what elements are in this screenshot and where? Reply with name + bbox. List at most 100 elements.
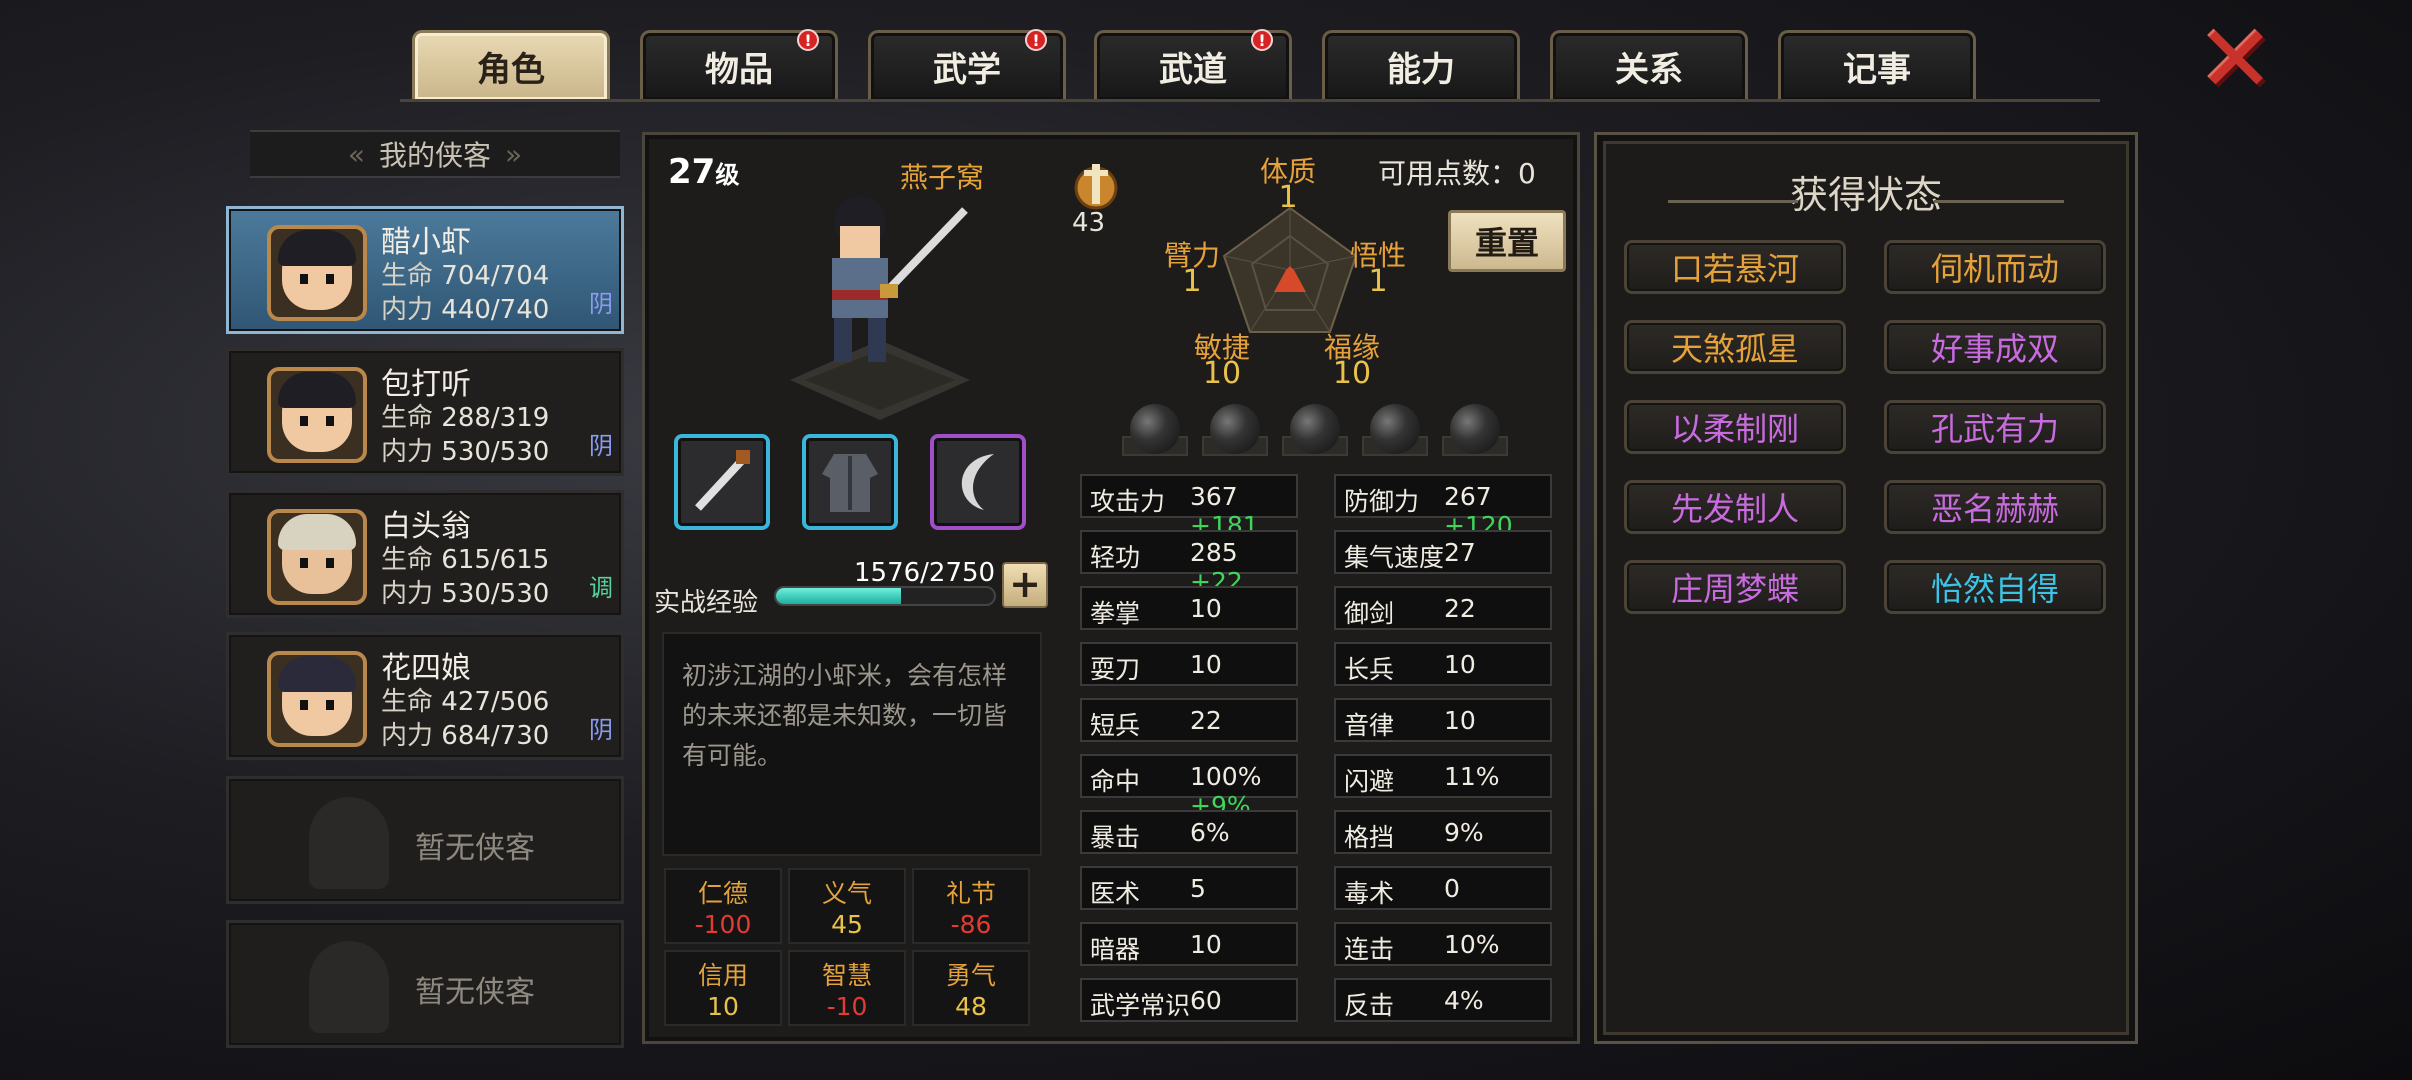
stat-value: 9% (1444, 818, 1484, 847)
stat-label: 轻功 (1090, 543, 1141, 572)
hp-label: 生命 (381, 403, 434, 433)
virtue-value: -86 (950, 910, 992, 939)
attr-value-strength: 1 (1182, 264, 1202, 299)
orb-icon[interactable] (1290, 404, 1340, 454)
empty-avatar-icon (309, 797, 389, 889)
stat-value: 22 (1190, 706, 1222, 735)
empty-label: 暂无侠客 (415, 831, 535, 866)
stat-label: 防御力 (1344, 487, 1420, 516)
orb-icon[interactable] (1130, 404, 1180, 454)
medal-value: 43 (1072, 208, 1106, 238)
attr-value-insight: 1 (1368, 264, 1388, 299)
tab-items[interactable]: 物品! (640, 29, 838, 100)
add-exp-button[interactable]: + (1002, 562, 1048, 608)
stat-row: 拳掌 10 (1080, 586, 1298, 630)
tab-journal[interactable]: 记事 (1778, 30, 1976, 100)
mp-label: 内力 (381, 721, 434, 751)
status-effect-button[interactable]: 怡然自得 (1884, 560, 2106, 614)
stat-row: 命中 100% +9% (1080, 754, 1298, 820)
orb-icon[interactable] (1210, 404, 1260, 454)
hp-label: 生命 (381, 687, 434, 717)
status-effect-button[interactable]: 以柔制刚 (1624, 400, 1846, 454)
stat-row: 攻击力 367 +181 (1080, 474, 1298, 540)
tab-martial-arts[interactable]: 武学! (868, 29, 1066, 100)
avatar (267, 367, 367, 463)
stat-label: 音律 (1344, 711, 1395, 740)
tab-abilities[interactable]: 能力 (1322, 30, 1520, 100)
stat-value: 0 (1444, 874, 1460, 903)
stat-label: 拳掌 (1090, 599, 1141, 628)
roster-card[interactable]: 包打听 生命 288/319 内力 530/530 阴 (226, 348, 624, 476)
orb-icon[interactable] (1450, 404, 1500, 454)
tab-martial-way[interactable]: 武道! (1094, 29, 1292, 100)
tab-character[interactable]: 角色 (412, 30, 610, 100)
status-effect-button[interactable]: 庄周梦蝶 (1624, 560, 1846, 614)
avatar (267, 651, 367, 747)
equip-slot-weapon[interactable] (674, 434, 770, 530)
roster-card[interactable]: 白头翁 生命 615/615 内力 530/530 调 (226, 490, 624, 618)
mp-value: 530/530 (441, 437, 550, 467)
status-effect-button[interactable]: 天煞孤星 (1624, 320, 1846, 374)
status-effect-button[interactable]: 好事成双 (1884, 320, 2106, 374)
stat-value: 10 (1190, 594, 1222, 623)
empty-slot[interactable]: 暂无侠客 (226, 776, 624, 904)
hp-value: 704/704 (441, 261, 550, 291)
attr-value-agility: 10 (1202, 356, 1242, 391)
status-effect-button[interactable]: 恶名赫赫 (1884, 480, 2106, 534)
stat-row: 耍刀 10 (1080, 642, 1298, 686)
alignment-tag: 阴 (589, 432, 613, 460)
roster-card[interactable]: 花四娘 生命 427/506 内力 684/730 阴 (226, 632, 624, 760)
virtue-value: 45 (831, 910, 863, 939)
roster-card[interactable]: 醋小虾 生命 704/704 内力 440/740 阴 (226, 206, 624, 334)
virtue-cell: 礼节 -86 (912, 868, 1030, 944)
reset-button[interactable]: 重置 (1448, 210, 1566, 272)
orb-icon[interactable] (1370, 404, 1420, 454)
stat-label: 命中 (1090, 767, 1141, 796)
stat-label: 短兵 (1090, 711, 1141, 740)
sword-icon (695, 450, 750, 511)
stat-label: 御剑 (1344, 599, 1395, 628)
virtue-cell: 仁德 -100 (664, 868, 782, 944)
avatar (267, 225, 367, 321)
status-effect-button[interactable]: 先发制人 (1624, 480, 1846, 534)
stat-row: 暴击 6% (1080, 810, 1298, 854)
status-effect-button[interactable]: 孔武有力 (1884, 400, 2106, 454)
virtue-cell: 信用 10 (664, 950, 782, 1026)
equip-slot-accessory[interactable] (930, 434, 1026, 530)
exp-label: 实战经验 (654, 588, 759, 618)
virtue-label: 信用 (697, 961, 748, 990)
stat-value: 6% (1190, 818, 1230, 847)
close-icon[interactable]: ✕ (2196, 14, 2276, 106)
stat-row: 短兵 22 (1080, 698, 1298, 742)
hp-value: 615/615 (441, 545, 550, 575)
stat-label: 连击 (1344, 935, 1395, 964)
stat-value: 10% (1444, 930, 1500, 959)
virtue-label: 智慧 (821, 961, 872, 990)
chevron-right-icon: » (505, 137, 523, 171)
status-effect-button[interactable]: 伺机而动 (1884, 240, 2106, 294)
virtue-cell: 义气 45 (788, 868, 906, 944)
empty-slot[interactable]: 暂无侠客 (226, 920, 624, 1048)
tab-label: 角色 (477, 50, 545, 90)
empty-label: 暂无侠客 (415, 975, 535, 1010)
title-ornament (1934, 200, 2064, 203)
stat-label: 长兵 (1344, 655, 1395, 684)
stat-value: 5 (1190, 874, 1206, 903)
stat-label: 暴击 (1090, 823, 1141, 852)
available-points: 可用点数：0 (1378, 157, 1536, 190)
virtue-label: 仁德 (697, 879, 748, 908)
stat-label: 耍刀 (1090, 655, 1141, 684)
mp-value: 684/730 (441, 721, 550, 751)
stat-row: 医术 5 (1080, 866, 1298, 910)
roster-title: 我的侠客 (378, 139, 491, 172)
tab-label: 关系 (1615, 50, 1683, 90)
stat-label: 武学常识 (1090, 991, 1191, 1020)
virtue-cell: 勇气 48 (912, 950, 1030, 1026)
status-effect-button[interactable]: 口若悬河 (1624, 240, 1846, 294)
tab-relations[interactable]: 关系 (1550, 30, 1748, 100)
virtue-value: -10 (826, 992, 868, 1021)
stat-row: 音律 10 (1334, 698, 1552, 742)
virtue-value: -100 (694, 910, 752, 939)
stat-row: 轻功 285 +22 (1080, 530, 1298, 596)
equip-slot-armor[interactable] (802, 434, 898, 530)
